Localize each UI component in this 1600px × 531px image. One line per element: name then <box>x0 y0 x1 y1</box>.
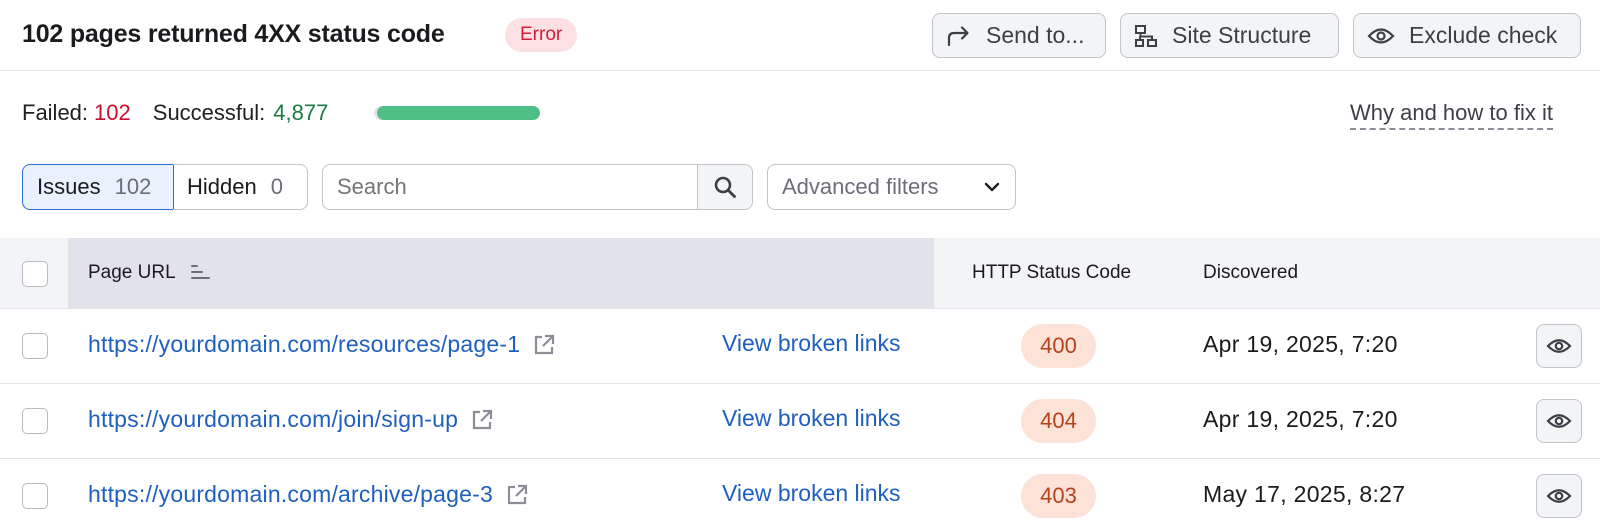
hidden-count: 0 <box>270 174 283 199</box>
page-url-link[interactable]: https://yourdomain.com/join/sign-up <box>88 406 494 433</box>
url-column-header[interactable]: Page URL <box>68 238 934 309</box>
view-broken-links-link[interactable]: View broken links <box>722 405 901 432</box>
hide-row-button[interactable] <box>1536 324 1582 368</box>
advanced-filters-dropdown[interactable]: Advanced filters <box>767 164 1016 210</box>
view-broken-links-link[interactable]: View broken links <box>722 330 901 357</box>
advanced-filters-label: Advanced filters <box>782 174 939 199</box>
page-url-link[interactable]: https://yourdomain.com/resources/page-1 <box>88 331 556 358</box>
failed-value: 102 <box>94 100 131 125</box>
chevron-down-icon <box>984 182 1000 192</box>
search-button[interactable] <box>697 164 753 210</box>
hide-row-button[interactable] <box>1536 474 1582 518</box>
page-url-text: https://yourdomain.com/archive/page-3 <box>88 481 493 507</box>
status-column-header[interactable]: HTTP Status Code <box>972 262 1131 284</box>
search-icon <box>714 176 736 198</box>
share-arrow-icon <box>947 25 969 46</box>
failed-label: Failed: <box>22 100 89 125</box>
eye-icon <box>1546 339 1572 353</box>
table-header: Page URL HTTP Status Code Discovered <box>0 238 1600 309</box>
external-link-icon[interactable] <box>532 333 556 357</box>
exclude-check-label: Exclude check <box>1409 22 1558 48</box>
check-stats: Failed: 102 Successful: 4,877 <box>22 100 328 126</box>
row-checkbox[interactable] <box>22 483 48 509</box>
success-progress-bar <box>374 106 540 120</box>
discovered-date: May 17, 2025, 8:27 <box>1203 481 1406 507</box>
page-url-link[interactable]: https://yourdomain.com/archive/page-3 <box>88 481 529 508</box>
error-badge: Error <box>505 18 578 52</box>
sort-icon[interactable] <box>190 263 210 281</box>
discovered-column-header[interactable]: Discovered <box>1203 262 1298 284</box>
hide-row-button[interactable] <box>1536 399 1582 443</box>
tab-issues[interactable]: Issues 102 <box>22 164 174 210</box>
page-title: 102 pages returned 4XX status code <box>22 20 445 48</box>
issues-label: Issues <box>37 174 101 199</box>
page-url-text: https://yourdomain.com/join/sign-up <box>88 406 459 432</box>
table-row: https://yourdomain.com/resources/page-1 … <box>0 309 1600 384</box>
success-progress-fill <box>377 106 540 120</box>
status-code-badge: 403 <box>1021 474 1096 518</box>
tab-hidden[interactable]: Hidden 0 <box>173 164 308 210</box>
view-broken-links-link[interactable]: View broken links <box>722 480 901 507</box>
successful-value: 4,877 <box>273 100 329 125</box>
status-code-badge: 400 <box>1021 324 1096 368</box>
select-all-checkbox[interactable] <box>22 261 48 287</box>
sitemap-icon <box>1135 24 1157 47</box>
issues-count: 102 <box>114 174 152 199</box>
row-checkbox[interactable] <box>22 333 48 359</box>
external-link-icon[interactable] <box>505 483 529 507</box>
exclude-check-button[interactable]: Exclude check <box>1353 13 1581 58</box>
send-to-button[interactable]: Send to... <box>932 13 1106 58</box>
eye-icon <box>1546 414 1572 428</box>
site-structure-label: Site Structure <box>1172 22 1312 48</box>
page-header: 102 pages returned 4XX status code Error… <box>0 0 1600 71</box>
eye-icon <box>1546 489 1572 503</box>
search-input[interactable] <box>322 164 698 210</box>
send-to-label: Send to... <box>986 22 1085 48</box>
hidden-label: Hidden <box>187 174 257 199</box>
why-how-fix-link[interactable]: Why and how to fix it <box>1350 100 1553 130</box>
discovered-date: Apr 19, 2025, 7:20 <box>1203 331 1398 357</box>
eye-icon <box>1367 27 1395 44</box>
url-column-label: Page URL <box>88 262 176 283</box>
successful-label: Successful: <box>152 100 266 125</box>
site-structure-button[interactable]: Site Structure <box>1120 13 1339 58</box>
external-link-icon[interactable] <box>470 408 494 432</box>
discovered-date: Apr 19, 2025, 7:20 <box>1203 406 1398 432</box>
page-url-text: https://yourdomain.com/resources/page-1 <box>88 331 521 357</box>
row-checkbox[interactable] <box>22 408 48 434</box>
status-code-badge: 404 <box>1021 399 1096 443</box>
table-row: https://yourdomain.com/join/sign-up View… <box>0 384 1600 459</box>
table-row: https://yourdomain.com/archive/page-3 Vi… <box>0 459 1600 531</box>
